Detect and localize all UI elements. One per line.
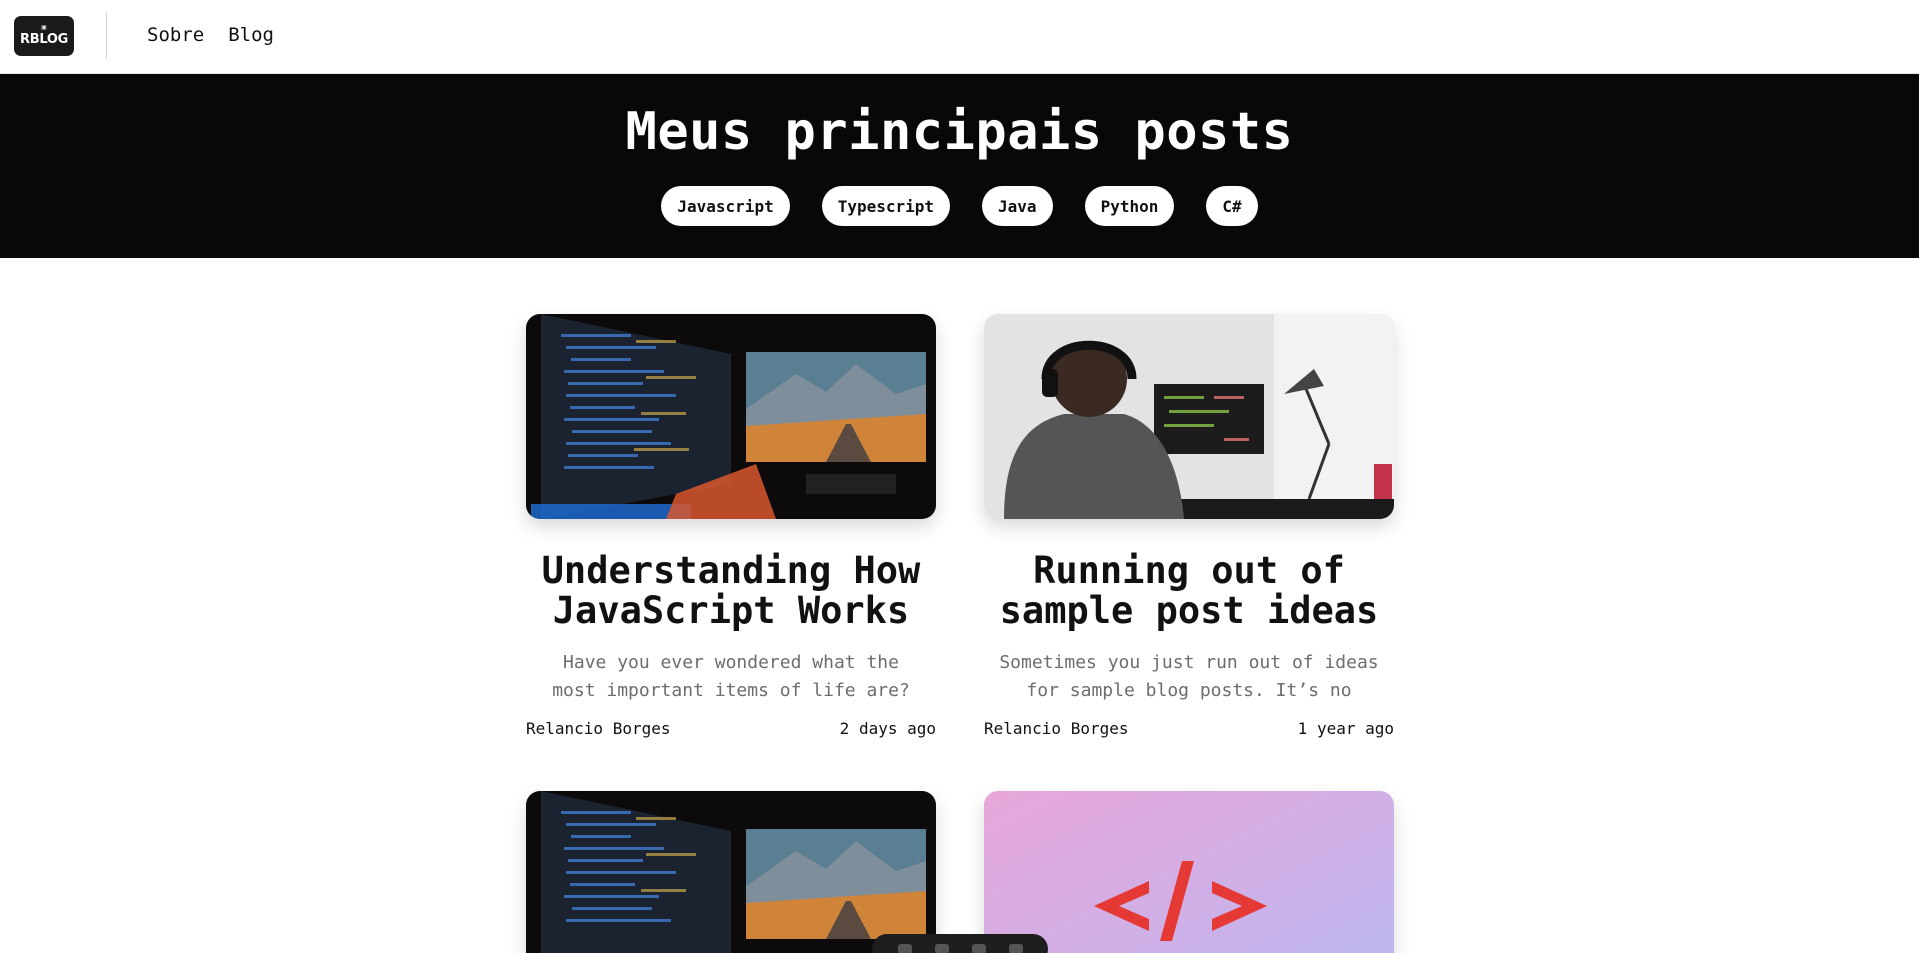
post-card[interactable]: Running out of sample post ideas Sometim… (984, 314, 1394, 738)
logo-text: RBLOG (20, 32, 68, 47)
nav-link-sobre[interactable]: Sobre (147, 24, 204, 46)
tag-javascript[interactable]: Javascript (661, 186, 790, 226)
post-thumbnail[interactable] (984, 314, 1394, 519)
post-title[interactable]: Running out of sample post ideas (984, 551, 1394, 631)
code-tag-symbol-image (984, 791, 1394, 953)
post-meta: Relancio Borges 1 year ago (984, 719, 1394, 738)
post-thumbnail[interactable] (526, 791, 936, 953)
post-date: 2 days ago (839, 719, 936, 738)
page-title: Meus principais posts (625, 102, 1294, 162)
floating-toolbar[interactable] (872, 934, 1048, 953)
toolbar-mic-icon[interactable] (897, 944, 912, 953)
main-nav: Sobre Blog (147, 24, 274, 46)
tag-python[interactable]: Python (1084, 186, 1175, 226)
post-excerpt: Have you ever wondered what the most imp… (552, 652, 910, 701)
tag-csharp[interactable]: C# (1206, 186, 1258, 226)
post-date: 1 year ago (1297, 719, 1394, 738)
logo-mark-icon: ▣ (41, 24, 47, 31)
post-author: Relancio Borges (984, 719, 1129, 738)
tag-typescript[interactable]: Typescript (821, 186, 951, 226)
post-excerpt: Sometimes you just run out of ideas for … (999, 652, 1379, 701)
toolbar-settings-icon[interactable] (1008, 944, 1023, 953)
post-thumbnail[interactable] (984, 791, 1394, 953)
post-card[interactable]: Understanding How JavaScript Works Have … (526, 314, 936, 738)
hero-banner: Meus principais posts Javascript Typescr… (0, 74, 1919, 258)
site-logo[interactable]: ▣ RBLOG (14, 16, 74, 56)
post-meta: Relancio Borges 2 days ago (526, 719, 936, 738)
top-navbar: ▣ RBLOG Sobre Blog (0, 0, 1919, 74)
monitors-landscape-image (526, 314, 936, 519)
post-author: Relancio Borges (526, 719, 671, 738)
post-thumbnail[interactable] (526, 314, 936, 519)
post-card[interactable] (526, 791, 936, 953)
header-divider (106, 12, 107, 59)
tag-filter-list: Javascript Typescript Java Python C# (0, 186, 1919, 226)
toolbar-record-icon[interactable] (971, 944, 986, 953)
tag-java[interactable]: Java (982, 186, 1053, 226)
man-headphones-desk-image (984, 314, 1394, 519)
nav-link-blog[interactable]: Blog (228, 24, 274, 46)
monitors-landscape-image (526, 791, 936, 953)
toolbar-camera-icon[interactable] (934, 944, 949, 953)
post-title[interactable]: Understanding How JavaScript Works (526, 551, 936, 631)
post-card[interactable] (984, 791, 1394, 953)
